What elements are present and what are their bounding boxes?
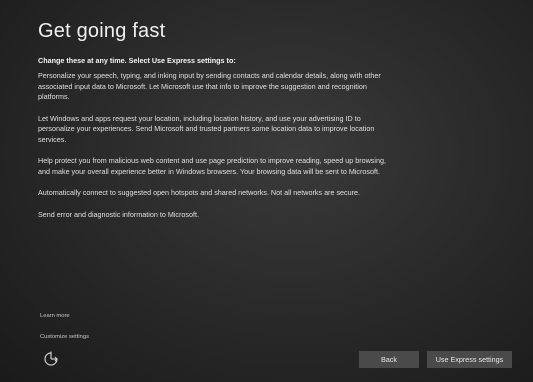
learn-more-link[interactable]: Learn more <box>40 313 70 319</box>
settings-description: Personalize your speech, typing, and ink… <box>38 71 398 231</box>
use-express-settings-button[interactable]: Use Express settings <box>427 351 512 368</box>
customize-settings-link[interactable]: Customize settings <box>40 334 89 340</box>
oobe-screen: Get going fast Change these at any time.… <box>0 0 533 382</box>
ease-of-access-icon[interactable] <box>42 350 60 368</box>
page-title: Get going fast <box>38 20 166 42</box>
paragraph-browser-protection: Help protect you from malicious web cont… <box>38 156 386 176</box>
paragraph-location: Let Windows and apps request your locati… <box>38 113 375 144</box>
paragraph-speech-typing: Personalize your speech, typing, and ink… <box>38 71 381 101</box>
paragraph-diagnostics: Send error and diagnostic information to… <box>38 209 199 219</box>
page-subtitle: Change these at any time. Select Use Exp… <box>38 56 236 65</box>
paragraph-hotspots: Automatically connect to suggested open … <box>38 188 361 197</box>
back-button[interactable]: Back <box>359 351 419 368</box>
